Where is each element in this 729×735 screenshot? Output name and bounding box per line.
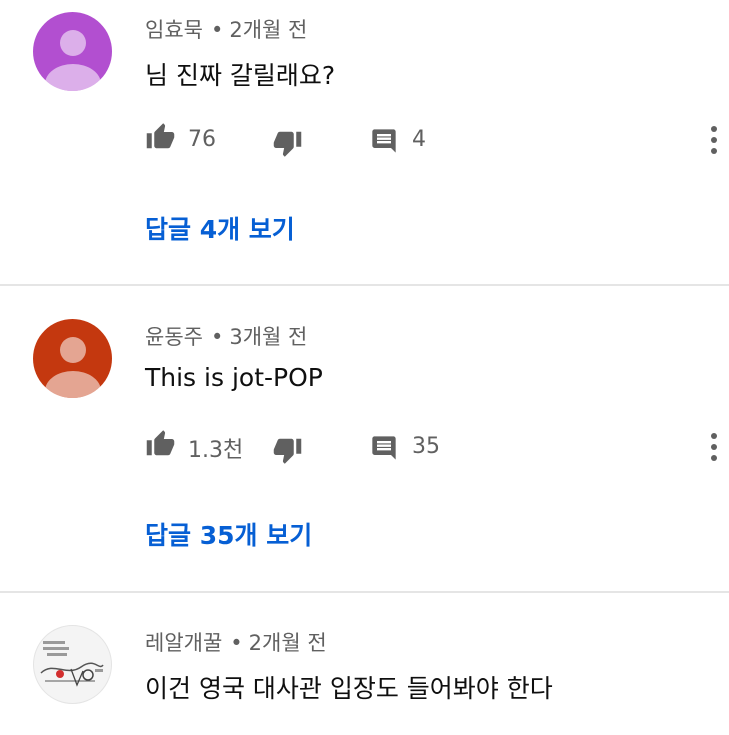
thumb-up-icon[interactable] xyxy=(145,122,176,152)
more-vert-icon[interactable] xyxy=(706,431,722,463)
avatar[interactable] xyxy=(33,625,112,704)
comment-time: 2개월 전 xyxy=(248,631,327,655)
view-replies-link[interactable]: 답글 35개 보기 xyxy=(145,516,312,552)
comment-meta: 윤동주 • 3개월 전 xyxy=(145,321,307,351)
comment-time: 3개월 전 xyxy=(229,325,308,349)
reply-count: 35 xyxy=(412,434,440,459)
meta-separator: • xyxy=(210,325,224,349)
comment-actions: 76 4 xyxy=(0,120,729,160)
thumb-down-icon[interactable] xyxy=(272,128,303,158)
avatar[interactable] xyxy=(33,319,112,398)
avatar-body-shape xyxy=(45,64,101,91)
comment-text: 이건 영국 대사관 입장도 들어봐야 한다 xyxy=(145,674,553,703)
reply-count: 4 xyxy=(412,127,426,152)
comment-author[interactable]: 임효묵 xyxy=(145,18,203,42)
avatar-body-shape xyxy=(45,371,101,398)
avatar-illustration xyxy=(40,641,104,687)
avatar-head-shape xyxy=(60,30,86,56)
comment-divider xyxy=(0,284,729,286)
comment-meta: 레알개꿀 • 2개월 전 xyxy=(145,627,327,657)
like-count: 76 xyxy=(188,127,216,152)
comment-icon[interactable] xyxy=(370,127,398,155)
comment-author[interactable]: 레알개꿀 xyxy=(145,631,222,655)
comment-meta: 임효묵 • 2개월 전 xyxy=(145,14,307,44)
meta-separator: • xyxy=(210,18,224,42)
thumb-down-icon[interactable] xyxy=(272,435,303,465)
comment-icon[interactable] xyxy=(370,434,398,462)
comment-divider xyxy=(0,591,729,593)
comment-text: 님 진짜 갈릴래요? xyxy=(145,61,336,90)
comment-time: 2개월 전 xyxy=(229,18,308,42)
thumb-up-icon[interactable] xyxy=(145,429,176,459)
comment-author[interactable]: 윤동주 xyxy=(145,325,203,349)
comment-actions: 1.3천 35 xyxy=(0,427,729,467)
more-vert-icon[interactable] xyxy=(706,124,722,156)
meta-separator: • xyxy=(230,631,243,655)
avatar[interactable] xyxy=(33,12,112,91)
comment-text: This is jot-POP xyxy=(145,363,323,392)
like-count: 1.3천 xyxy=(188,438,244,463)
avatar-head-shape xyxy=(60,337,86,363)
view-replies-link[interactable]: 답글 4개 보기 xyxy=(145,210,295,246)
